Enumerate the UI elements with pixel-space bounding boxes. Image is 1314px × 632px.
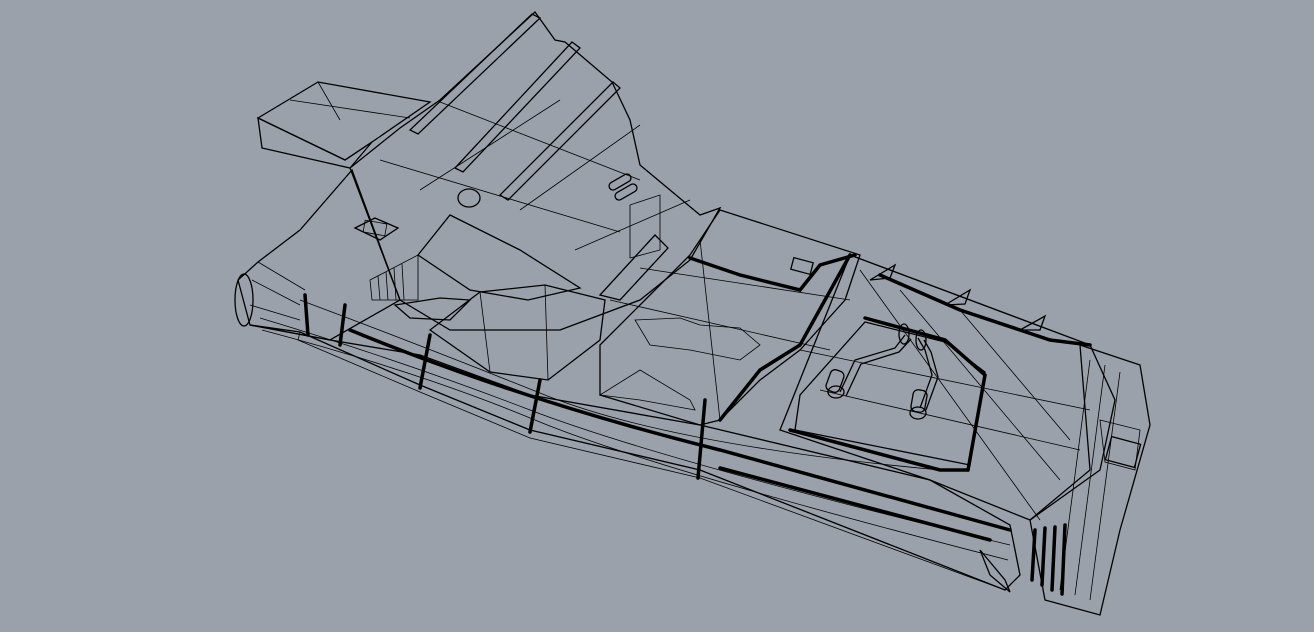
mid-deck <box>598 209 861 426</box>
rear-cap <box>979 344 1151 616</box>
wireframe-model <box>234 11 1151 616</box>
front-end <box>234 168 401 341</box>
viewport-3d[interactable] <box>0 0 1314 632</box>
upper-body <box>349 11 722 331</box>
side-hull <box>249 293 1021 591</box>
